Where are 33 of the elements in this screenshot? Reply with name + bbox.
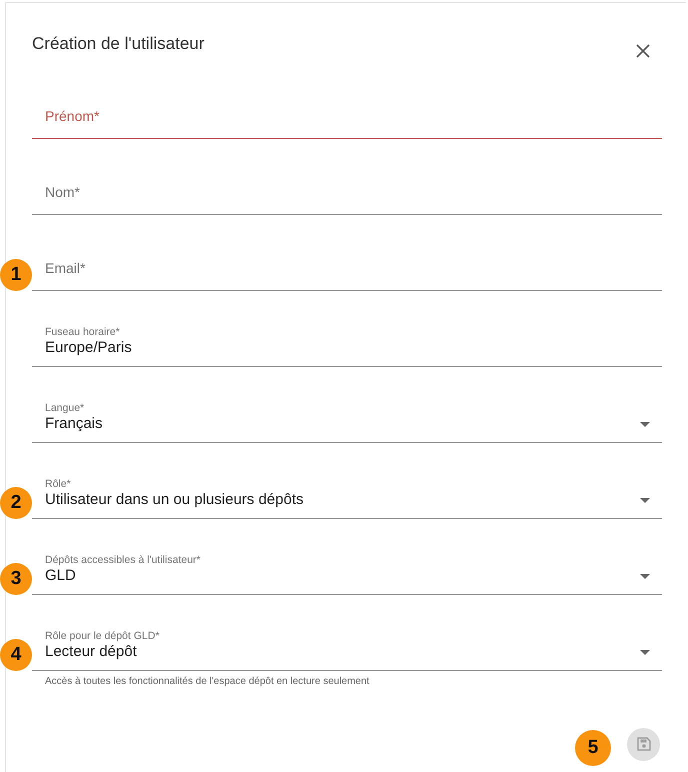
field-label: Nom*: [45, 183, 80, 202]
field-label: Prénom*: [45, 107, 100, 126]
helper-text: Accès à toutes les fonctionnalités de l'espace dépôt en lecture seulement: [45, 676, 370, 687]
select-field[interactable]: Rôle* Utilisateur dans un ou plusieurs dépôts: [32, 478, 662, 519]
input-field[interactable]: Nom*: [32, 182, 662, 215]
dropdown-caret-icon: [640, 422, 650, 427]
field-label: Email*: [45, 259, 86, 278]
dropdown-caret-icon: [640, 498, 650, 503]
select-field[interactable]: Dépôts accessibles à l'utilisateur* GLD: [32, 554, 662, 595]
callout-badge: 4: [0, 639, 32, 671]
input-field[interactable]: Prénom*: [32, 106, 662, 139]
select-field[interactable]: Langue* Français: [32, 402, 662, 443]
field-label: Langue*: [45, 402, 84, 414]
dropdown-caret-icon: [640, 574, 650, 579]
callout-badge: 1: [0, 259, 32, 291]
input-field[interactable]: Email*: [32, 258, 662, 291]
field-label: Rôle*: [45, 478, 71, 490]
input-field[interactable]: Fuseau horaire* Europe/Paris: [32, 326, 662, 367]
callout-badge: 2: [0, 487, 32, 519]
field-label: Rôle pour le dépôt GLD*: [45, 630, 160, 642]
select-field[interactable]: Rôle pour le dépôt GLD* Lecteur dépôt: [32, 630, 662, 671]
callout-badge: 3: [0, 563, 32, 595]
field-label: Dépôts accessibles à l'utilisateur*: [45, 554, 200, 566]
field-value: GLD: [45, 566, 76, 586]
field-label: Fuseau horaire*: [45, 326, 120, 338]
close-icon[interactable]: [636, 44, 650, 58]
dialog-title: Création de l'utilisateur: [32, 34, 204, 55]
field-value: Utilisateur dans un ou plusieurs dépôts: [45, 490, 304, 510]
field-value: Europe/Paris: [45, 338, 132, 358]
callout-badge: 5: [575, 730, 611, 766]
dropdown-caret-icon: [640, 650, 650, 655]
field-value: Français: [45, 414, 103, 434]
field-value: Lecteur dépôt: [45, 642, 137, 662]
